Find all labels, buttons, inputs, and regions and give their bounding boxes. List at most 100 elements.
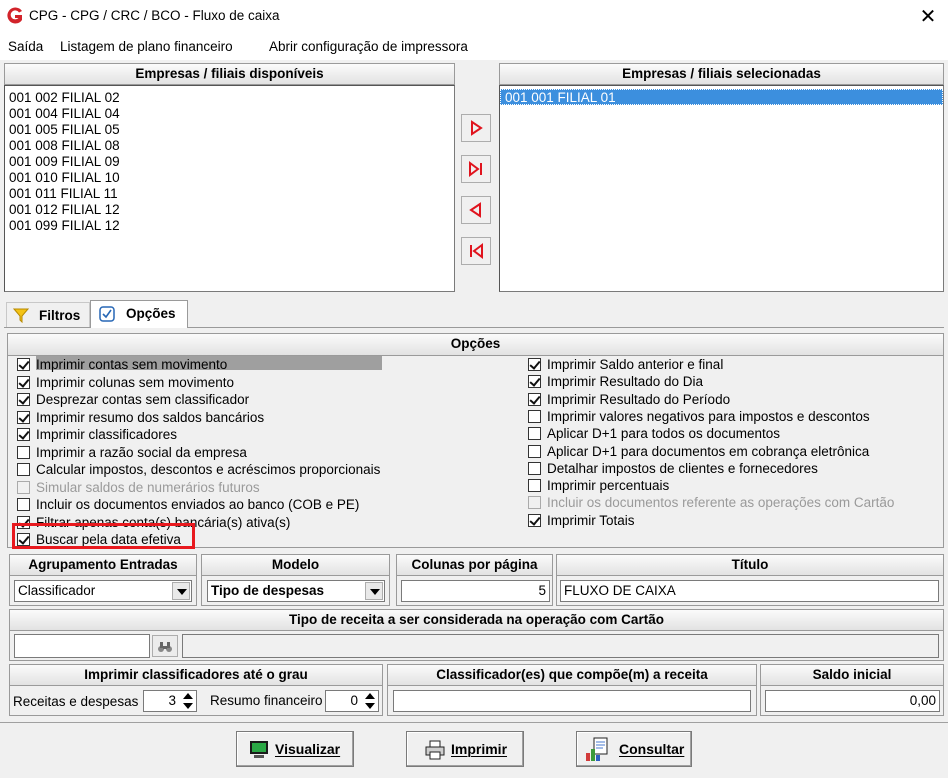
close-icon[interactable]: ✕: [916, 4, 940, 28]
tab-opcoes-label: Opções: [126, 306, 176, 321]
agrupamento-value: Classificador: [18, 583, 96, 598]
tab-filtros[interactable]: Filtros: [6, 302, 90, 327]
checkbox-icon[interactable]: [17, 498, 30, 511]
titulo-input[interactable]: FLUXO DE CAIXA: [560, 580, 939, 602]
tipo-receita-code-input[interactable]: [14, 634, 150, 658]
available-companies-list[interactable]: 001 002 FILIAL 02 001 004 FILIAL 04 001 00…: [4, 85, 455, 292]
option-checkbox[interactable]: Imprimir a razão social da empresa: [17, 444, 437, 461]
app-logo-icon: [7, 7, 23, 24]
checkbox-icon[interactable]: [17, 375, 30, 389]
visualizar-label: Visualizar: [275, 741, 341, 757]
modelo-select[interactable]: Tipo de despesas: [207, 580, 385, 602]
selected-companies-list[interactable]: 001 001 FILIAL 01: [499, 85, 944, 292]
list-item[interactable]: 001 011 FILIAL 11: [5, 186, 454, 202]
option-label: Calcular impostos, descontos e acréscimo…: [36, 462, 381, 477]
filter-icon: [13, 308, 29, 323]
option-label: Imprimir Saldo anterior e final: [547, 357, 724, 372]
option-label: Detalhar impostos de clientes e forneced…: [547, 460, 818, 476]
checkbox-icon[interactable]: [17, 410, 30, 424]
modelo-header: Modelo: [201, 554, 390, 576]
option-checkbox[interactable]: Imprimir Totais: [528, 512, 948, 529]
consultar-button[interactable]: Consultar: [576, 731, 692, 767]
list-item[interactable]: 001 005 FILIAL 05: [5, 122, 454, 138]
add-selected-button[interactable]: [461, 114, 491, 142]
option-checkbox[interactable]: Imprimir classificadores: [17, 426, 437, 443]
option-checkbox[interactable]: Detalhar impostos de clientes e forneced…: [528, 460, 948, 477]
checkbox-icon[interactable]: [528, 358, 541, 371]
option-checkbox[interactable]: Aplicar D+1 para documentos em cobrança …: [528, 443, 948, 460]
checkbox-icon[interactable]: [17, 428, 30, 441]
option-checkbox[interactable]: Imprimir valores negativos para impostos…: [528, 408, 948, 425]
checkbox-icon[interactable]: [17, 463, 30, 476]
option-checkbox[interactable]: Imprimir percentuais: [528, 477, 948, 494]
classificadores-input[interactable]: [393, 690, 751, 712]
dropdown-arrow-icon[interactable]: [172, 582, 190, 600]
spinner-arrows-icon[interactable]: [180, 690, 196, 712]
menu-abrir-configuracao-impressora[interactable]: Abrir configuração de impressora: [269, 39, 468, 54]
checkbox-icon[interactable]: [528, 409, 541, 423]
menu-bar: Saída Listagem de plano financeiro Abrir…: [0, 34, 948, 60]
option-checkbox[interactable]: Simular saldos de numerários futuros: [17, 479, 437, 496]
checkbox-icon[interactable]: [528, 392, 541, 406]
tab-opcoes[interactable]: Opções: [90, 300, 188, 328]
monitor-icon: [250, 741, 268, 758]
list-item[interactable]: 001 012 FILIAL 12: [5, 202, 454, 218]
checkbox-icon[interactable]: [17, 480, 30, 494]
option-checkbox[interactable]: Calcular impostos, descontos e acréscimo…: [17, 461, 437, 478]
titulo-header: Título: [556, 554, 944, 576]
report-chart-icon: [586, 737, 608, 761]
list-item[interactable]: 001 008 FILIAL 08: [5, 138, 454, 154]
arrow-left-icon: [469, 202, 481, 218]
option-checkbox[interactable]: Imprimir Resultado do Dia: [528, 373, 948, 390]
option-checkbox[interactable]: Aplicar D+1 para todos os documentos: [528, 425, 948, 442]
colunas-header: Colunas por página: [396, 554, 553, 576]
list-item[interactable]: 001 099 FILIAL 12: [5, 218, 454, 234]
list-item[interactable]: 001 009 FILIAL 09: [5, 154, 454, 170]
checkbox-icon[interactable]: [528, 375, 541, 389]
option-checkbox[interactable]: Imprimir resumo dos saldos bancários: [17, 409, 437, 426]
checkbox-icon[interactable]: [528, 444, 541, 458]
option-checkbox[interactable]: Imprimir Saldo anterior e final: [528, 356, 948, 373]
arrow-right-end-icon: [469, 161, 482, 177]
remove-all-button[interactable]: [461, 237, 491, 265]
checkbox-icon[interactable]: [17, 393, 30, 406]
agrupamento-select[interactable]: Classificador: [14, 580, 192, 602]
option-label: Aplicar D+1 para todos os documentos: [547, 426, 781, 442]
list-item[interactable]: 001 004 FILIAL 04: [5, 106, 454, 122]
option-checkbox[interactable]: Incluir os documentos enviados ao banco …: [17, 496, 437, 513]
option-checkbox[interactable]: Imprimir contas sem movimento: [17, 356, 437, 373]
resumo-financeiro-label: Resumo financeiro: [210, 693, 323, 708]
footer-divider: [0, 722, 948, 723]
checkbox-icon[interactable]: [528, 479, 541, 493]
option-checkbox[interactable]: Imprimir colunas sem movimento: [17, 374, 437, 391]
visualizar-button[interactable]: Visualizar: [236, 731, 354, 767]
menu-listagem-plano-financeiro[interactable]: Listagem de plano financeiro: [60, 39, 233, 54]
checkbox-icon[interactable]: [528, 427, 541, 441]
imprimir-button[interactable]: Imprimir: [406, 731, 524, 767]
checkbox-icon[interactable]: [528, 496, 541, 510]
list-item[interactable]: 001 001 FILIAL 01: [500, 89, 943, 105]
menu-saida[interactable]: Saída: [8, 39, 43, 54]
option-checkbox[interactable]: Imprimir Resultado do Período: [528, 391, 948, 408]
search-button[interactable]: [152, 635, 178, 657]
checkbox-icon[interactable]: [17, 358, 30, 371]
checkbox-icon[interactable]: [17, 445, 30, 459]
option-label: Imprimir percentuais: [547, 478, 670, 494]
available-companies-header: Empresas / filiais disponíveis: [4, 63, 455, 85]
list-item[interactable]: 001 002 FILIAL 02: [5, 90, 454, 106]
classificadores-header: Classificador(es) que compõe(m) a receit…: [387, 664, 757, 686]
checkbox-icon[interactable]: [528, 513, 541, 527]
checkbox-icon[interactable]: [528, 461, 541, 475]
add-all-button[interactable]: [461, 155, 491, 183]
option-label: Imprimir Totais: [547, 512, 635, 528]
saldo-input[interactable]: 0,00: [765, 690, 940, 712]
option-checkbox[interactable]: Desprezar contas sem classificador: [17, 391, 437, 408]
spinner-arrows-icon[interactable]: [362, 690, 378, 712]
option-label: Simular saldos de numerários futuros: [36, 479, 260, 495]
dropdown-arrow-icon[interactable]: [365, 582, 383, 600]
remove-selected-button[interactable]: [461, 196, 491, 224]
option-label: Desprezar contas sem classificador: [36, 392, 250, 407]
colunas-input[interactable]: 5: [401, 580, 550, 602]
list-item[interactable]: 001 010 FILIAL 10: [5, 170, 454, 186]
option-checkbox[interactable]: Incluir os documentos referente as opera…: [528, 494, 948, 511]
